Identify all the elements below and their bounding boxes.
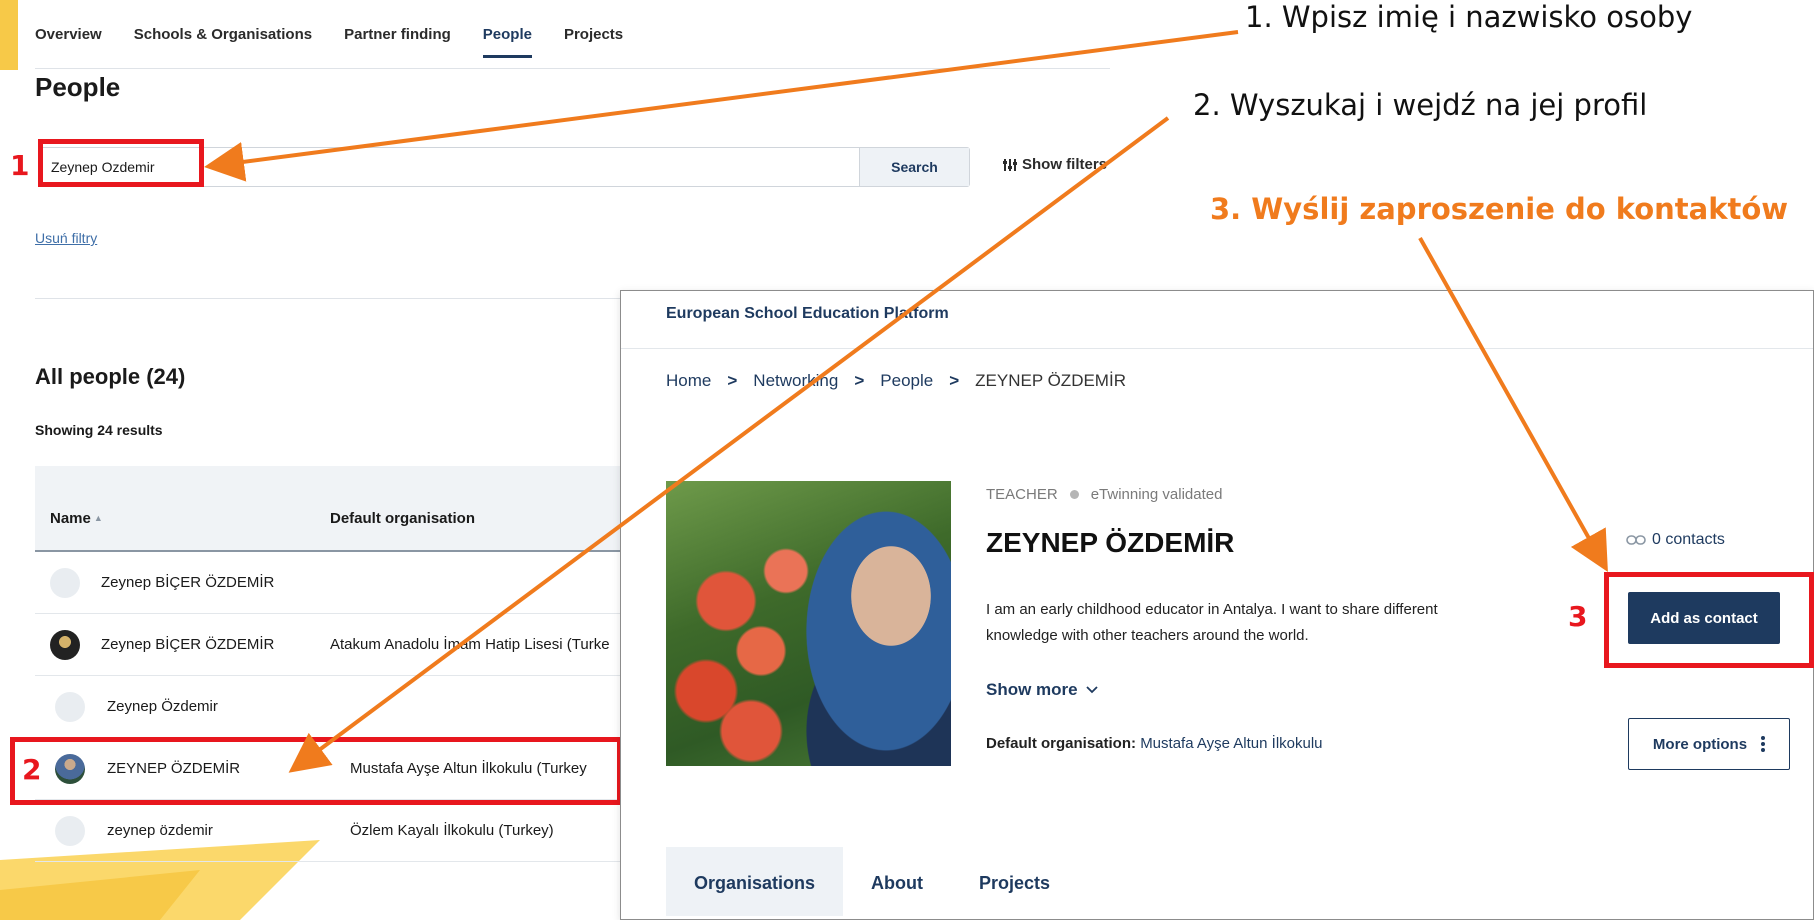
contacts-link[interactable]: 0 contacts xyxy=(1626,531,1725,549)
breadcrumb-people[interactable]: People xyxy=(880,371,933,391)
marker-3: 3 xyxy=(1568,600,1588,633)
breadcrumb-separator: > xyxy=(727,371,738,390)
show-filters-label: Show filters xyxy=(1022,156,1108,173)
chevron-down-icon xyxy=(1085,686,1098,694)
person-organisation: Özlem Kayalı İlkokulu (Turkey) xyxy=(350,822,554,839)
default-organisation-link[interactable]: Mustafa Ayşe Altun İlkokulu xyxy=(1140,735,1322,752)
tab-overview[interactable]: Overview xyxy=(35,26,102,58)
marker-2: 2 xyxy=(22,753,42,786)
tab-projects-profile[interactable]: Projects xyxy=(951,847,1078,916)
page-title: People xyxy=(35,72,121,102)
highlight-add-contact xyxy=(1604,572,1814,668)
profile-role: TEACHER eTwinning validated xyxy=(986,486,1222,503)
breadcrumb-separator: > xyxy=(854,371,865,390)
avatar-placeholder xyxy=(55,816,85,846)
profile-photo xyxy=(666,481,951,766)
search-button[interactable]: Search xyxy=(859,148,969,186)
validated-dot-icon xyxy=(1069,490,1079,499)
link-icon xyxy=(1626,535,1646,545)
default-organisation: Default organisation: Mustafa Ayşe Altun… xyxy=(986,735,1323,752)
breadcrumb-current: ZEYNEP ÖZDEMİR xyxy=(975,371,1126,390)
profile-name: ZEYNEP ÖZDEMİR xyxy=(986,527,1235,558)
person-organisation: Atakum Anadolu İmam Hatip Lisesi (Turke xyxy=(330,636,610,653)
marker-1: 1 xyxy=(10,149,30,182)
person-name[interactable]: zeynep özdemir xyxy=(107,822,213,839)
person-name[interactable]: Zeynep BİÇER ÖZDEMİR xyxy=(101,636,274,653)
instruction-step-3: 3. Wyślij zaproszenie do kontaktów xyxy=(1210,192,1789,226)
nav-divider xyxy=(35,68,1110,69)
tab-people[interactable]: People xyxy=(482,26,532,58)
kebab-menu-icon xyxy=(1761,736,1766,752)
breadcrumb-home[interactable]: Home xyxy=(666,371,711,391)
profile-bio: I am an early childhood educator in Anta… xyxy=(986,601,1438,644)
person-name[interactable]: Zeynep Özdemir xyxy=(107,698,218,715)
avatar-placeholder xyxy=(50,568,80,598)
platform-brand[interactable]: European School Education Platform xyxy=(666,305,949,323)
tab-partner-finding[interactable]: Partner finding xyxy=(344,26,451,58)
default-organisation-label: Default organisation: xyxy=(986,735,1137,752)
show-more-button[interactable]: Show more xyxy=(986,680,1098,700)
top-nav: Overview Schools & Organisations Partner… xyxy=(35,26,623,58)
column-header-name[interactable]: Name ▲ xyxy=(50,510,103,527)
tab-about[interactable]: About xyxy=(843,847,951,916)
show-filters-button[interactable]: Show filters xyxy=(1002,156,1107,173)
tab-projects[interactable]: Projects xyxy=(564,26,623,58)
breadcrumb-networking[interactable]: Networking xyxy=(753,371,838,391)
sort-asc-icon: ▲ xyxy=(93,513,103,523)
role-label: TEACHER xyxy=(986,486,1058,503)
breadcrumb: Home > Networking > People > ZEYNEP ÖZDE… xyxy=(666,371,1126,391)
sliders-icon xyxy=(1003,158,1017,171)
breadcrumb-separator: > xyxy=(949,371,960,390)
tab-organisations[interactable]: Organisations xyxy=(666,847,844,916)
highlight-result-row xyxy=(10,737,622,805)
tab-schools-organisations[interactable]: Schools & Organisations xyxy=(134,26,312,58)
avatar-placeholder xyxy=(55,692,85,722)
contacts-count: 0 contacts xyxy=(1652,531,1725,548)
validated-label: eTwinning validated xyxy=(1090,486,1223,503)
clear-filters-link[interactable]: Usuń filtry xyxy=(35,230,97,246)
results-count: Showing 24 results xyxy=(35,422,163,438)
instruction-step-2: 2. Wyszukaj i wejdź na jej profil xyxy=(1193,88,1648,122)
person-name[interactable]: Zeynep BİÇER ÖZDEMİR xyxy=(101,574,274,591)
avatar xyxy=(50,630,80,660)
highlight-search-input xyxy=(38,139,204,187)
profile-tabs: Organisations About Projects xyxy=(666,847,1078,916)
column-header-organisation: Default organisation xyxy=(330,510,476,527)
results-heading: All people (24) xyxy=(35,364,186,389)
instruction-step-1: 1. Wpisz imię i nazwisko osoby xyxy=(1245,0,1693,34)
more-options-button[interactable]: More options xyxy=(1628,718,1790,770)
header-divider xyxy=(621,348,1813,349)
